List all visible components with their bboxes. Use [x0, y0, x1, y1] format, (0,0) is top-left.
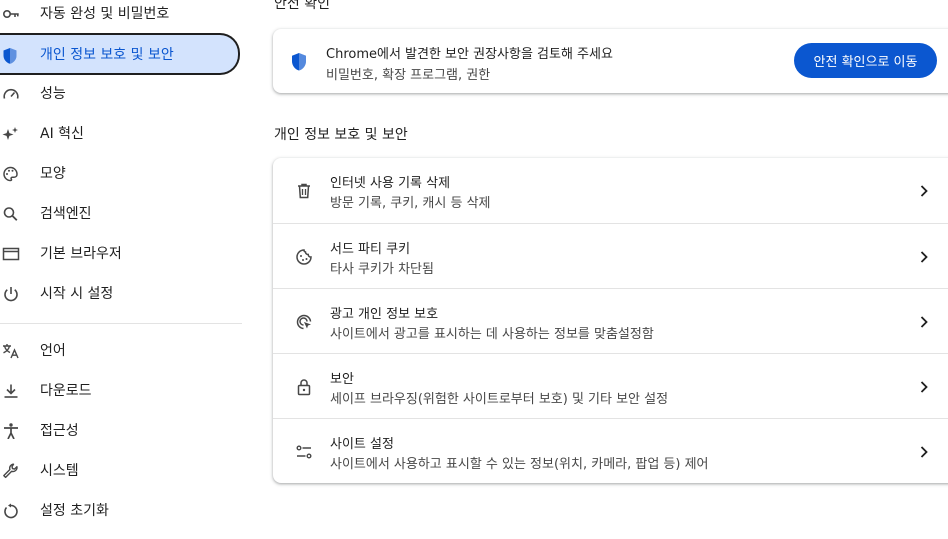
translate-icon — [2, 343, 19, 359]
sidebar-item-label: 시스템 — [40, 463, 79, 479]
security-row[interactable]: 보안 세이프 브라우징(위험한 사이트로부터 보호) 및 기타 보안 설정 — [273, 353, 948, 419]
row-title: 사이트 설정 — [330, 437, 394, 452]
chevron-right-icon — [918, 380, 930, 394]
search-icon — [2, 206, 18, 222]
accessibility-icon — [2, 423, 18, 439]
sidebar-item-label: 시작 시 설정 — [40, 286, 114, 302]
sidebar-item-label: 자동 완성 및 비밀번호 — [40, 6, 170, 22]
row-subtitle: 세이프 브라우징(위험한 사이트로부터 보호) 및 기타 보안 설정 — [330, 392, 669, 407]
shield-icon — [2, 47, 18, 64]
third-party-cookies-row[interactable]: 서드 파티 쿠키 타사 쿠키가 차단됨 — [273, 223, 948, 289]
sidebar-item-label: 검색엔진 — [40, 206, 92, 222]
power-icon — [2, 286, 18, 302]
row-title: 보안 — [330, 372, 354, 387]
privacy-card: 인터넷 사용 기록 삭제 방문 기록, 쿠키, 캐시 등 삭제 서드 파티 쿠키… — [273, 158, 948, 483]
sidebar-item-on-startup[interactable]: 시작 시 설정 — [0, 275, 240, 313]
sidebar-item-languages[interactable]: 언어 — [0, 332, 240, 370]
lock-icon — [295, 378, 313, 396]
sidebar-item-default-browser[interactable]: 기본 브라우저 — [0, 235, 240, 273]
sliders-icon — [295, 443, 313, 461]
ad-privacy-row[interactable]: 광고 개인 정보 보호 사이트에서 광고를 표시하는 데 사용하는 정보를 맞춤… — [273, 288, 948, 354]
chevron-right-icon — [918, 184, 930, 198]
palette-icon — [2, 166, 18, 182]
download-icon — [2, 383, 18, 399]
privacy-section-title: 개인 정보 보호 및 보안 — [274, 127, 408, 143]
row-subtitle: 사이트에서 사용하고 표시할 수 있는 정보(위치, 카메라, 팝업 등) 제어 — [330, 457, 709, 472]
sidebar-item-ai[interactable]: AI 혁신 — [0, 115, 240, 153]
cookie-icon — [295, 248, 313, 266]
shield-icon — [290, 52, 308, 72]
sparkle-icon — [2, 126, 18, 142]
sidebar-item-autofill[interactable]: 자동 완성 및 비밀번호 — [0, 0, 240, 33]
sidebar-item-label: AI 혁신 — [40, 126, 84, 142]
key-icon — [2, 6, 19, 22]
sidebar-item-search-engine[interactable]: 검색엔진 — [0, 195, 240, 233]
site-settings-row[interactable]: 사이트 설정 사이트에서 사용하고 표시할 수 있는 정보(위치, 카메라, 팝… — [273, 418, 948, 484]
clear-browsing-data-row[interactable]: 인터넷 사용 기록 삭제 방문 기록, 쿠키, 캐시 등 삭제 — [273, 158, 948, 223]
sidebar-item-performance[interactable]: 성능 — [0, 75, 240, 113]
go-to-safety-check-button[interactable]: 안전 확인으로 이동 — [794, 43, 937, 78]
row-title: 서드 파티 쿠키 — [330, 242, 411, 257]
sidebar-item-label: 기본 브라우저 — [40, 246, 122, 262]
sidebar-item-label: 언어 — [40, 343, 66, 359]
sidebar-divider — [0, 323, 242, 324]
sidebar-item-label: 개인 정보 보호 및 보안 — [40, 47, 174, 63]
sidebar-item-label: 다운로드 — [40, 383, 92, 399]
chevron-right-icon — [918, 315, 930, 329]
row-title: 인터넷 사용 기록 삭제 — [330, 176, 451, 191]
wrench-icon — [2, 463, 18, 479]
chevron-right-icon — [918, 445, 930, 459]
settings-sidebar: 자동 완성 및 비밀번호 개인 정보 보호 및 보안 성능 AI 혁신 모양 검… — [0, 0, 250, 539]
row-subtitle: 방문 기록, 쿠키, 캐시 등 삭제 — [330, 196, 491, 211]
sidebar-item-appearance[interactable]: 모양 — [0, 155, 240, 193]
sidebar-item-label: 접근성 — [40, 423, 79, 439]
sidebar-item-label: 성능 — [40, 86, 66, 102]
sidebar-item-downloads[interactable]: 다운로드 — [0, 372, 240, 410]
row-subtitle: 타사 쿠키가 차단됨 — [330, 262, 434, 277]
row-subtitle: 사이트에서 광고를 표시하는 데 사용하는 정보를 맞춤설정함 — [330, 327, 654, 342]
chevron-right-icon — [918, 250, 930, 264]
ad-privacy-icon — [295, 313, 313, 331]
trash-icon — [295, 182, 313, 200]
safety-check-title: Chrome에서 발견한 보안 권장사항을 검토해 주세요 — [326, 47, 613, 62]
speedometer-icon — [2, 86, 19, 102]
sidebar-item-label: 모양 — [40, 166, 66, 182]
safety-check-subtitle: 비밀번호, 확장 프로그램, 권한 — [326, 68, 491, 83]
safety-check-card: Chrome에서 발견한 보안 권장사항을 검토해 주세요 비밀번호, 확장 프… — [273, 29, 948, 93]
reset-icon — [2, 503, 18, 519]
sidebar-item-system[interactable]: 시스템 — [0, 452, 240, 490]
browser-window-icon — [2, 246, 20, 262]
sidebar-item-reset[interactable]: 설정 초기화 — [0, 492, 240, 530]
sidebar-item-privacy[interactable]: 개인 정보 보호 및 보안 — [0, 33, 240, 75]
safety-check-section-title: 안전 확인 — [274, 0, 330, 12]
sidebar-item-label: 설정 초기화 — [40, 503, 109, 519]
row-title: 광고 개인 정보 보호 — [330, 307, 439, 322]
sidebar-item-accessibility[interactable]: 접근성 — [0, 412, 240, 450]
